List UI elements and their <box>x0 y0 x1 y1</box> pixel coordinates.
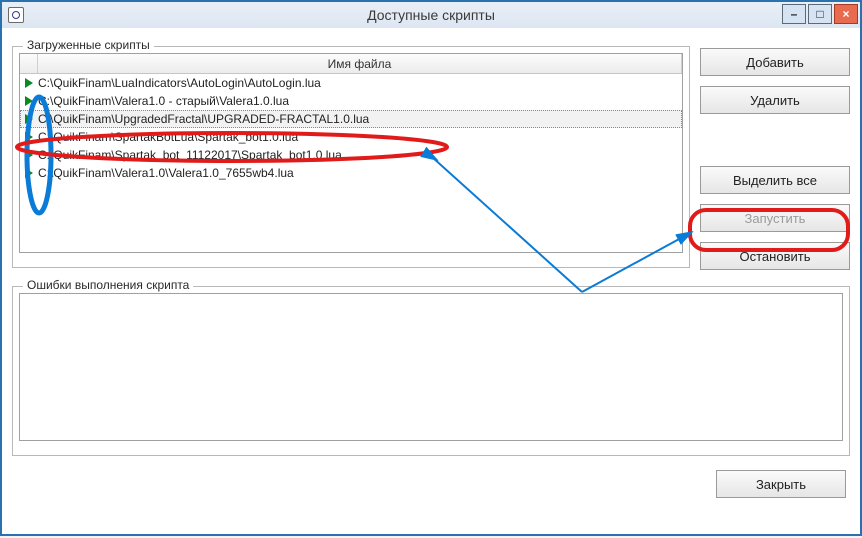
list-item[interactable]: C:\QuikFinam\UpgradedFractal\UPGRADED-FR… <box>20 110 682 128</box>
list-item[interactable]: C:\QuikFinam\Valera1.0\Valera1.0_7655wb4… <box>20 164 682 182</box>
button-spacer <box>700 124 850 156</box>
scripts-listview[interactable]: Имя файла C:\QuikFinam\LuaIndicators\Aut… <box>19 53 683 253</box>
run-button[interactable]: Запустить <box>700 204 850 232</box>
window-buttons: – □ × <box>782 2 860 28</box>
list-item-path: C:\QuikFinam\Spartak_bot_11122017\Sparta… <box>38 148 682 162</box>
client-area: Загруженные скрипты Имя файла C:\QuikFin… <box>2 28 860 534</box>
select-all-button[interactable]: Выделить все <box>700 166 850 194</box>
minimize-button[interactable]: – <box>782 4 806 24</box>
loaded-scripts-group: Загруженные скрипты Имя файла C:\QuikFin… <box>12 46 690 268</box>
window-close-button[interactable]: × <box>834 4 858 24</box>
list-item[interactable]: C:\QuikFinam\Valera1.0 - старый\Valera1.… <box>20 92 682 110</box>
add-button[interactable]: Добавить <box>700 48 850 76</box>
app-icon <box>8 7 24 23</box>
play-icon <box>20 132 38 142</box>
play-icon <box>20 114 38 124</box>
list-item-path: C:\QuikFinam\SpartakBotLua\Spartak_bot1.… <box>38 130 682 144</box>
close-button[interactable]: Закрыть <box>716 470 846 498</box>
remove-button[interactable]: Удалить <box>700 86 850 114</box>
play-icon <box>20 96 38 106</box>
header-filename-column[interactable]: Имя файла <box>38 54 682 73</box>
button-column: Добавить Удалить Выделить все Запустить … <box>700 38 850 270</box>
header-icon-column <box>20 54 38 73</box>
list-item-path: C:\QuikFinam\Valera1.0 - старый\Valera1.… <box>38 94 682 108</box>
list-item[interactable]: C:\QuikFinam\SpartakBotLua\Spartak_bot1.… <box>20 128 682 146</box>
title-bar: Доступные скрипты – □ × <box>2 2 860 28</box>
play-icon <box>20 150 38 160</box>
list-item-path: C:\QuikFinam\Valera1.0\Valera1.0_7655wb4… <box>38 166 682 180</box>
list-item-path: C:\QuikFinam\UpgradedFractal\UPGRADED-FR… <box>38 112 682 126</box>
errors-group: Ошибки выполнения скрипта <box>12 286 850 456</box>
bottom-bar: Закрыть <box>12 456 850 498</box>
errors-textbox[interactable] <box>19 293 843 441</box>
list-item[interactable]: C:\QuikFinam\LuaIndicators\AutoLogin\Aut… <box>20 74 682 92</box>
play-icon <box>20 78 38 88</box>
list-item-path: C:\QuikFinam\LuaIndicators\AutoLogin\Aut… <box>38 76 682 90</box>
stop-button[interactable]: Остановить <box>700 242 850 270</box>
window-title: Доступные скрипты <box>2 7 860 23</box>
dialog-window: Доступные скрипты – □ × Загруженные скри… <box>0 0 862 536</box>
errors-label: Ошибки выполнения скрипта <box>23 278 193 292</box>
listview-body: C:\QuikFinam\LuaIndicators\AutoLogin\Aut… <box>20 74 682 252</box>
loaded-scripts-label: Загруженные скрипты <box>23 38 154 52</box>
listview-header: Имя файла <box>20 54 682 74</box>
list-item[interactable]: C:\QuikFinam\Spartak_bot_11122017\Sparta… <box>20 146 682 164</box>
maximize-button[interactable]: □ <box>808 4 832 24</box>
play-icon <box>20 168 38 178</box>
